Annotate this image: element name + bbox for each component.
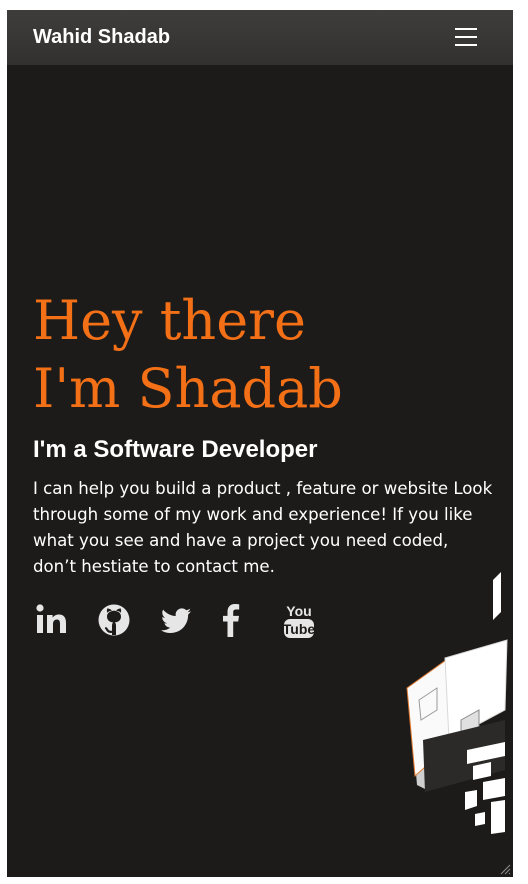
hamburger-menu-icon[interactable] [453,26,479,48]
hero-title-line-1: Hey there [33,289,306,352]
navbar: Wahid Shadab [7,10,513,65]
facebook-icon[interactable] [221,603,243,639]
github-icon[interactable] [97,603,131,639]
youtube-icon-text-top: You [286,603,311,619]
hero-title: Hey there I'm Shadab [33,287,343,423]
hero-intro: I can help you build a product , feature… [33,479,493,576]
hero-subtitle: I'm a Software Developer [33,436,318,463]
linkedin-icon[interactable] [35,603,69,639]
hero-title-line-2: I'm Shadab [33,357,343,420]
youtube-icon-text-bottom: Tube [283,621,315,637]
brand-link[interactable]: Wahid Shadab [33,26,170,49]
page-viewport: Wahid Shadab Hey there I'm Shadab I'm a … [7,10,513,877]
youtube-icon[interactable]: You Tube [283,601,315,638]
resize-handle-icon[interactable] [499,863,511,875]
decorative-geometric-art [406,572,508,834]
twitter-icon[interactable] [159,603,193,639]
